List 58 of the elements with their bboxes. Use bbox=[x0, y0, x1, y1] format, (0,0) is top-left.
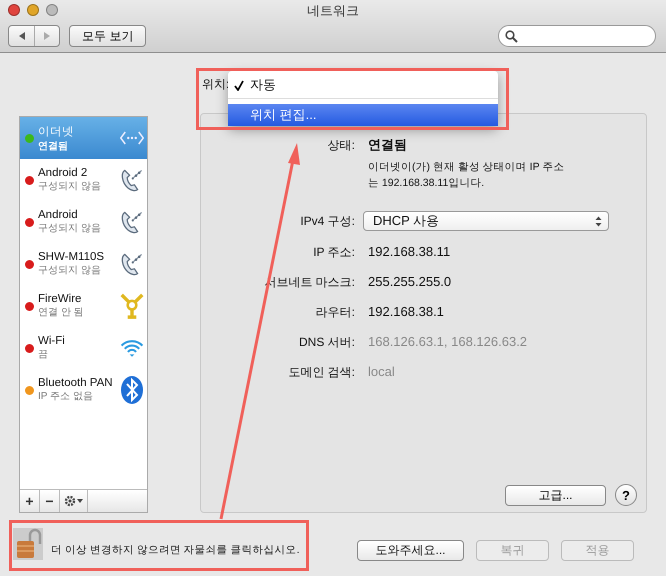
search-icon bbox=[505, 30, 518, 42]
ipv4-select[interactable]: DHCP 사용 bbox=[363, 211, 609, 231]
service-name: Android 2 bbox=[38, 167, 88, 179]
menu-item[interactable]: 자동 bbox=[228, 75, 498, 95]
show-all-button[interactable]: 모두 보기 bbox=[69, 25, 146, 47]
service-name: Bluetooth PAN bbox=[38, 377, 113, 389]
service-name: Android bbox=[38, 209, 78, 221]
search-field[interactable] bbox=[498, 25, 656, 47]
service-status: 구성되지 않음 bbox=[38, 180, 101, 193]
service-item[interactable]: Wi-Fi 끔 bbox=[20, 327, 147, 369]
field-value: 192.168.38.1 bbox=[368, 303, 445, 321]
field-label: 라우터: bbox=[314, 304, 355, 321]
gear-icon bbox=[64, 495, 84, 507]
left-triangle-icon bbox=[16, 31, 26, 41]
location-label: 위치: bbox=[202, 76, 230, 93]
minimize-button[interactable] bbox=[27, 4, 39, 16]
menu-item[interactable]: 위치 편집... bbox=[228, 104, 498, 126]
service-name: FireWire bbox=[38, 293, 82, 305]
help-button[interactable]: ? bbox=[615, 484, 637, 506]
close-button[interactable] bbox=[8, 4, 20, 16]
field-value: 192.168.38.11 bbox=[368, 243, 452, 261]
footer-button[interactable]: 도와주세요... bbox=[357, 540, 464, 561]
right-triangle-icon bbox=[42, 31, 52, 41]
bluetooth-icon bbox=[120, 375, 144, 405]
field-value: 255.255.255.0 bbox=[368, 273, 452, 291]
service-status: 연결됨 bbox=[38, 140, 68, 152]
ipv4-label: IPv4 구성: bbox=[299, 212, 355, 230]
window-title: 네트워크 bbox=[307, 2, 359, 20]
service-item[interactable]: FireWire 연결 안 됨 bbox=[20, 285, 147, 327]
service-item[interactable]: Android 구성되지 않음 bbox=[20, 201, 147, 243]
service-status: IP 주소 없음 bbox=[38, 390, 93, 403]
field-value: local bbox=[368, 363, 396, 381]
status-label: 상태: bbox=[326, 136, 355, 154]
field-label: DNS 서버: bbox=[298, 334, 355, 351]
field-value: 168.126.63.1, 168.126.63.2 bbox=[368, 333, 528, 351]
service-item[interactable]: Android 2 구성되지 않음 bbox=[20, 159, 147, 201]
service-status: 구성되지 않음 bbox=[38, 222, 101, 235]
service-name: Wi-Fi bbox=[38, 335, 65, 347]
unlocked-padlock-icon bbox=[13, 528, 43, 560]
field-label: IP 주소: bbox=[312, 244, 355, 261]
advanced-button[interactable]: 고급... bbox=[505, 484, 606, 506]
service-item[interactable]: Bluetooth PAN IP 주소 없음 bbox=[20, 369, 147, 411]
service-status: 연결 안 됨 bbox=[38, 306, 84, 319]
field-label: 도메인 검색: bbox=[287, 364, 355, 381]
zoom-button[interactable] bbox=[46, 4, 58, 16]
remove-button[interactable]: − bbox=[40, 490, 60, 512]
service-status: 구성되지 않음 bbox=[38, 264, 101, 277]
firewire-icon bbox=[120, 291, 144, 321]
checkmark-icon bbox=[234, 80, 244, 90]
status-description: 이더넷이(가) 현재 활성 상태이며 IP 주소는 192.168.38.11입니다. bbox=[368, 160, 566, 191]
service-name: SHW-M110S bbox=[38, 251, 104, 263]
service-name: 이더넷 bbox=[38, 124, 74, 138]
service-item[interactable]: SHW-M110S 구성되지 않음 bbox=[20, 243, 147, 285]
status-value: 연결됨 bbox=[368, 136, 408, 154]
add-button[interactable]: + bbox=[20, 490, 40, 512]
stepper-icon bbox=[595, 216, 602, 226]
lock-message: 더 이상 변경하지 않으려면 자물쇠를 클릭하십시오. bbox=[51, 542, 300, 556]
service-status: 끔 bbox=[38, 348, 48, 361]
